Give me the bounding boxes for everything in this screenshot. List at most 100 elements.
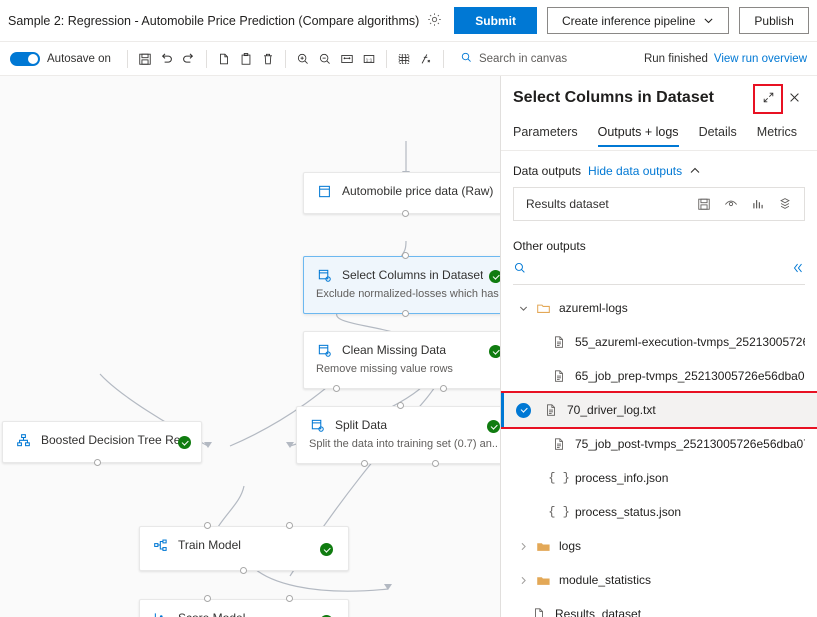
- redo-icon[interactable]: [178, 48, 200, 70]
- tree-item-module-statistics[interactable]: module_statistics: [513, 563, 805, 597]
- node-subtitle: Exclude normalized-losses which has many: [316, 288, 500, 300]
- auto-layout-icon[interactable]: [415, 48, 437, 70]
- node-output-port[interactable]: [402, 210, 409, 217]
- node-train-model[interactable]: Train Model: [139, 526, 349, 571]
- zoom-out-icon[interactable]: [314, 48, 336, 70]
- autosave-toggle[interactable]: [10, 52, 40, 66]
- node-score-model[interactable]: Score Model Use the test set to get the …: [139, 599, 349, 617]
- expand-diagonal-icon: [762, 91, 775, 107]
- grid-icon[interactable]: [393, 48, 415, 70]
- node-output-port[interactable]: [361, 460, 368, 467]
- toolbar-edit-group: [213, 48, 279, 70]
- copy-icon[interactable]: [213, 48, 235, 70]
- node-input-port[interactable]: [397, 402, 404, 409]
- node-input-port[interactable]: [402, 252, 409, 259]
- node-output-port[interactable]: [440, 385, 447, 392]
- clean-data-icon: [316, 342, 332, 358]
- node-input-port[interactable]: [204, 595, 211, 602]
- tree-item-label: 55_azureml-execution-tvmps_25213005726e5…: [575, 335, 805, 349]
- chevron-right-icon[interactable]: [513, 541, 533, 552]
- tree-item-azureml-logs[interactable]: azureml-logs: [513, 291, 805, 325]
- node-select-columns-in-dataset[interactable]: Select Columns in Dataset Exclude normal…: [303, 256, 500, 314]
- search-icon[interactable]: [513, 261, 527, 278]
- node-title: Clean Missing Data: [342, 343, 446, 357]
- node-output-port[interactable]: [402, 310, 409, 317]
- node-output-port[interactable]: [240, 567, 247, 574]
- undo-icon[interactable]: [156, 48, 178, 70]
- folder-icon: [533, 301, 553, 316]
- tree-item-label: 70_driver_log.txt: [567, 403, 656, 417]
- search-icon: [460, 51, 473, 67]
- node-output-port[interactable]: [94, 459, 101, 466]
- hide-data-outputs-link[interactable]: Hide data outputs: [588, 164, 682, 178]
- paste-icon[interactable]: [235, 48, 257, 70]
- tree-item-process-status-json[interactable]: { } process_status.json: [513, 495, 805, 529]
- tree-item-label: process_status.json: [575, 505, 681, 519]
- settings-button[interactable]: [427, 8, 442, 34]
- tab-metrics[interactable]: Metrics: [757, 125, 797, 146]
- delete-icon[interactable]: [257, 48, 279, 70]
- collapse-all-icon[interactable]: [791, 261, 805, 278]
- tree-item-70-driver-log[interactable]: 70_driver_log.txt: [501, 393, 817, 427]
- tab-outputs-logs[interactable]: Outputs + logs: [598, 125, 679, 146]
- node-header: Boosted Decision Tree Regre...: [15, 432, 189, 448]
- node-split-data[interactable]: Split Data Split the data into training …: [296, 406, 500, 464]
- chevron-up-icon[interactable]: [689, 165, 701, 177]
- explore-icon[interactable]: [778, 197, 792, 211]
- tree-item-65-job-prep[interactable]: 65_job_prep-tvmps_25213005726e56dba07a1e…: [513, 359, 805, 393]
- tab-details[interactable]: Details: [699, 125, 737, 146]
- node-title: Automobile price data (Raw): [342, 184, 493, 198]
- node-boosted-decision-tree-regression[interactable]: Boosted Decision Tree Regre...: [2, 421, 202, 463]
- save-icon[interactable]: [134, 48, 156, 70]
- zoom-to-fit-icon[interactable]: [336, 48, 358, 70]
- zoom-in-icon[interactable]: [292, 48, 314, 70]
- chevron-right-icon[interactable]: [513, 575, 533, 586]
- node-input-port[interactable]: [286, 522, 293, 529]
- gear-icon: [427, 12, 442, 30]
- folder-icon: [533, 573, 553, 588]
- close-panel-button[interactable]: [781, 86, 807, 112]
- tree-item-results-dataset[interactable]: Results_dataset: [513, 597, 805, 617]
- toolbar-divider: [386, 50, 387, 68]
- train-model-icon: [152, 537, 168, 553]
- toolbar-divider: [127, 50, 128, 68]
- chevron-down-icon[interactable]: [513, 303, 533, 314]
- toolbar-zoom-group: 1:1: [292, 48, 380, 70]
- toolbar-file-group: [134, 48, 200, 70]
- node-output-port[interactable]: [432, 460, 439, 467]
- create-inference-pipeline-button[interactable]: Create inference pipeline: [547, 7, 729, 34]
- visualize-icon[interactable]: [751, 197, 765, 211]
- view-run-overview-link[interactable]: View run overview: [714, 53, 807, 65]
- submit-button[interactable]: Submit: [454, 7, 537, 34]
- canvas-toolbar: Autosave on: [0, 42, 817, 76]
- tree-item-label: 65_job_prep-tvmps_25213005726e56dba07a1e…: [575, 369, 805, 383]
- text-file-icon: [549, 335, 569, 349]
- publish-button[interactable]: Publish: [739, 7, 808, 34]
- node-clean-missing-data[interactable]: Clean Missing Data Remove missing value …: [303, 331, 500, 389]
- data-output-name: Results dataset: [526, 197, 609, 211]
- actual-size-icon[interactable]: 1:1: [358, 48, 380, 70]
- other-outputs-search-row[interactable]: [513, 257, 805, 285]
- tree-item-75-job-post[interactable]: 75_job_post-tvmps_25213005726e56dba07a1e…: [513, 427, 805, 461]
- split-data-icon: [309, 417, 325, 433]
- preview-icon[interactable]: [724, 197, 738, 211]
- expand-panel-button[interactable]: [755, 86, 781, 112]
- node-status-badge: [489, 345, 500, 358]
- node-automobile-price-data[interactable]: Automobile price data (Raw): [303, 172, 500, 214]
- search-canvas-input[interactable]: Search in canvas: [460, 51, 567, 67]
- node-input-port[interactable]: [204, 522, 211, 529]
- panel-body: Data outputs Hide data outputs Results d…: [501, 151, 817, 617]
- score-model-icon: [152, 610, 168, 617]
- tree-item-logs[interactable]: logs: [513, 529, 805, 563]
- node-output-port[interactable]: [333, 385, 340, 392]
- tab-parameters[interactable]: Parameters: [513, 125, 578, 146]
- page-title: Sample 2: Regression - Automobile Price …: [8, 14, 419, 28]
- node-header: Select Columns in Dataset: [316, 267, 500, 283]
- save-icon[interactable]: [697, 197, 711, 211]
- toolbar-divider: [206, 50, 207, 68]
- pipeline-canvas[interactable]: Automobile price data (Raw) Select Colum…: [0, 76, 500, 617]
- tree-item-55-azureml-execution[interactable]: 55_azureml-execution-tvmps_25213005726e5…: [513, 325, 805, 359]
- tree-item-process-info-json[interactable]: { } process_info.json: [513, 461, 805, 495]
- node-input-port[interactable]: [286, 595, 293, 602]
- node-title: Score Model: [178, 611, 245, 617]
